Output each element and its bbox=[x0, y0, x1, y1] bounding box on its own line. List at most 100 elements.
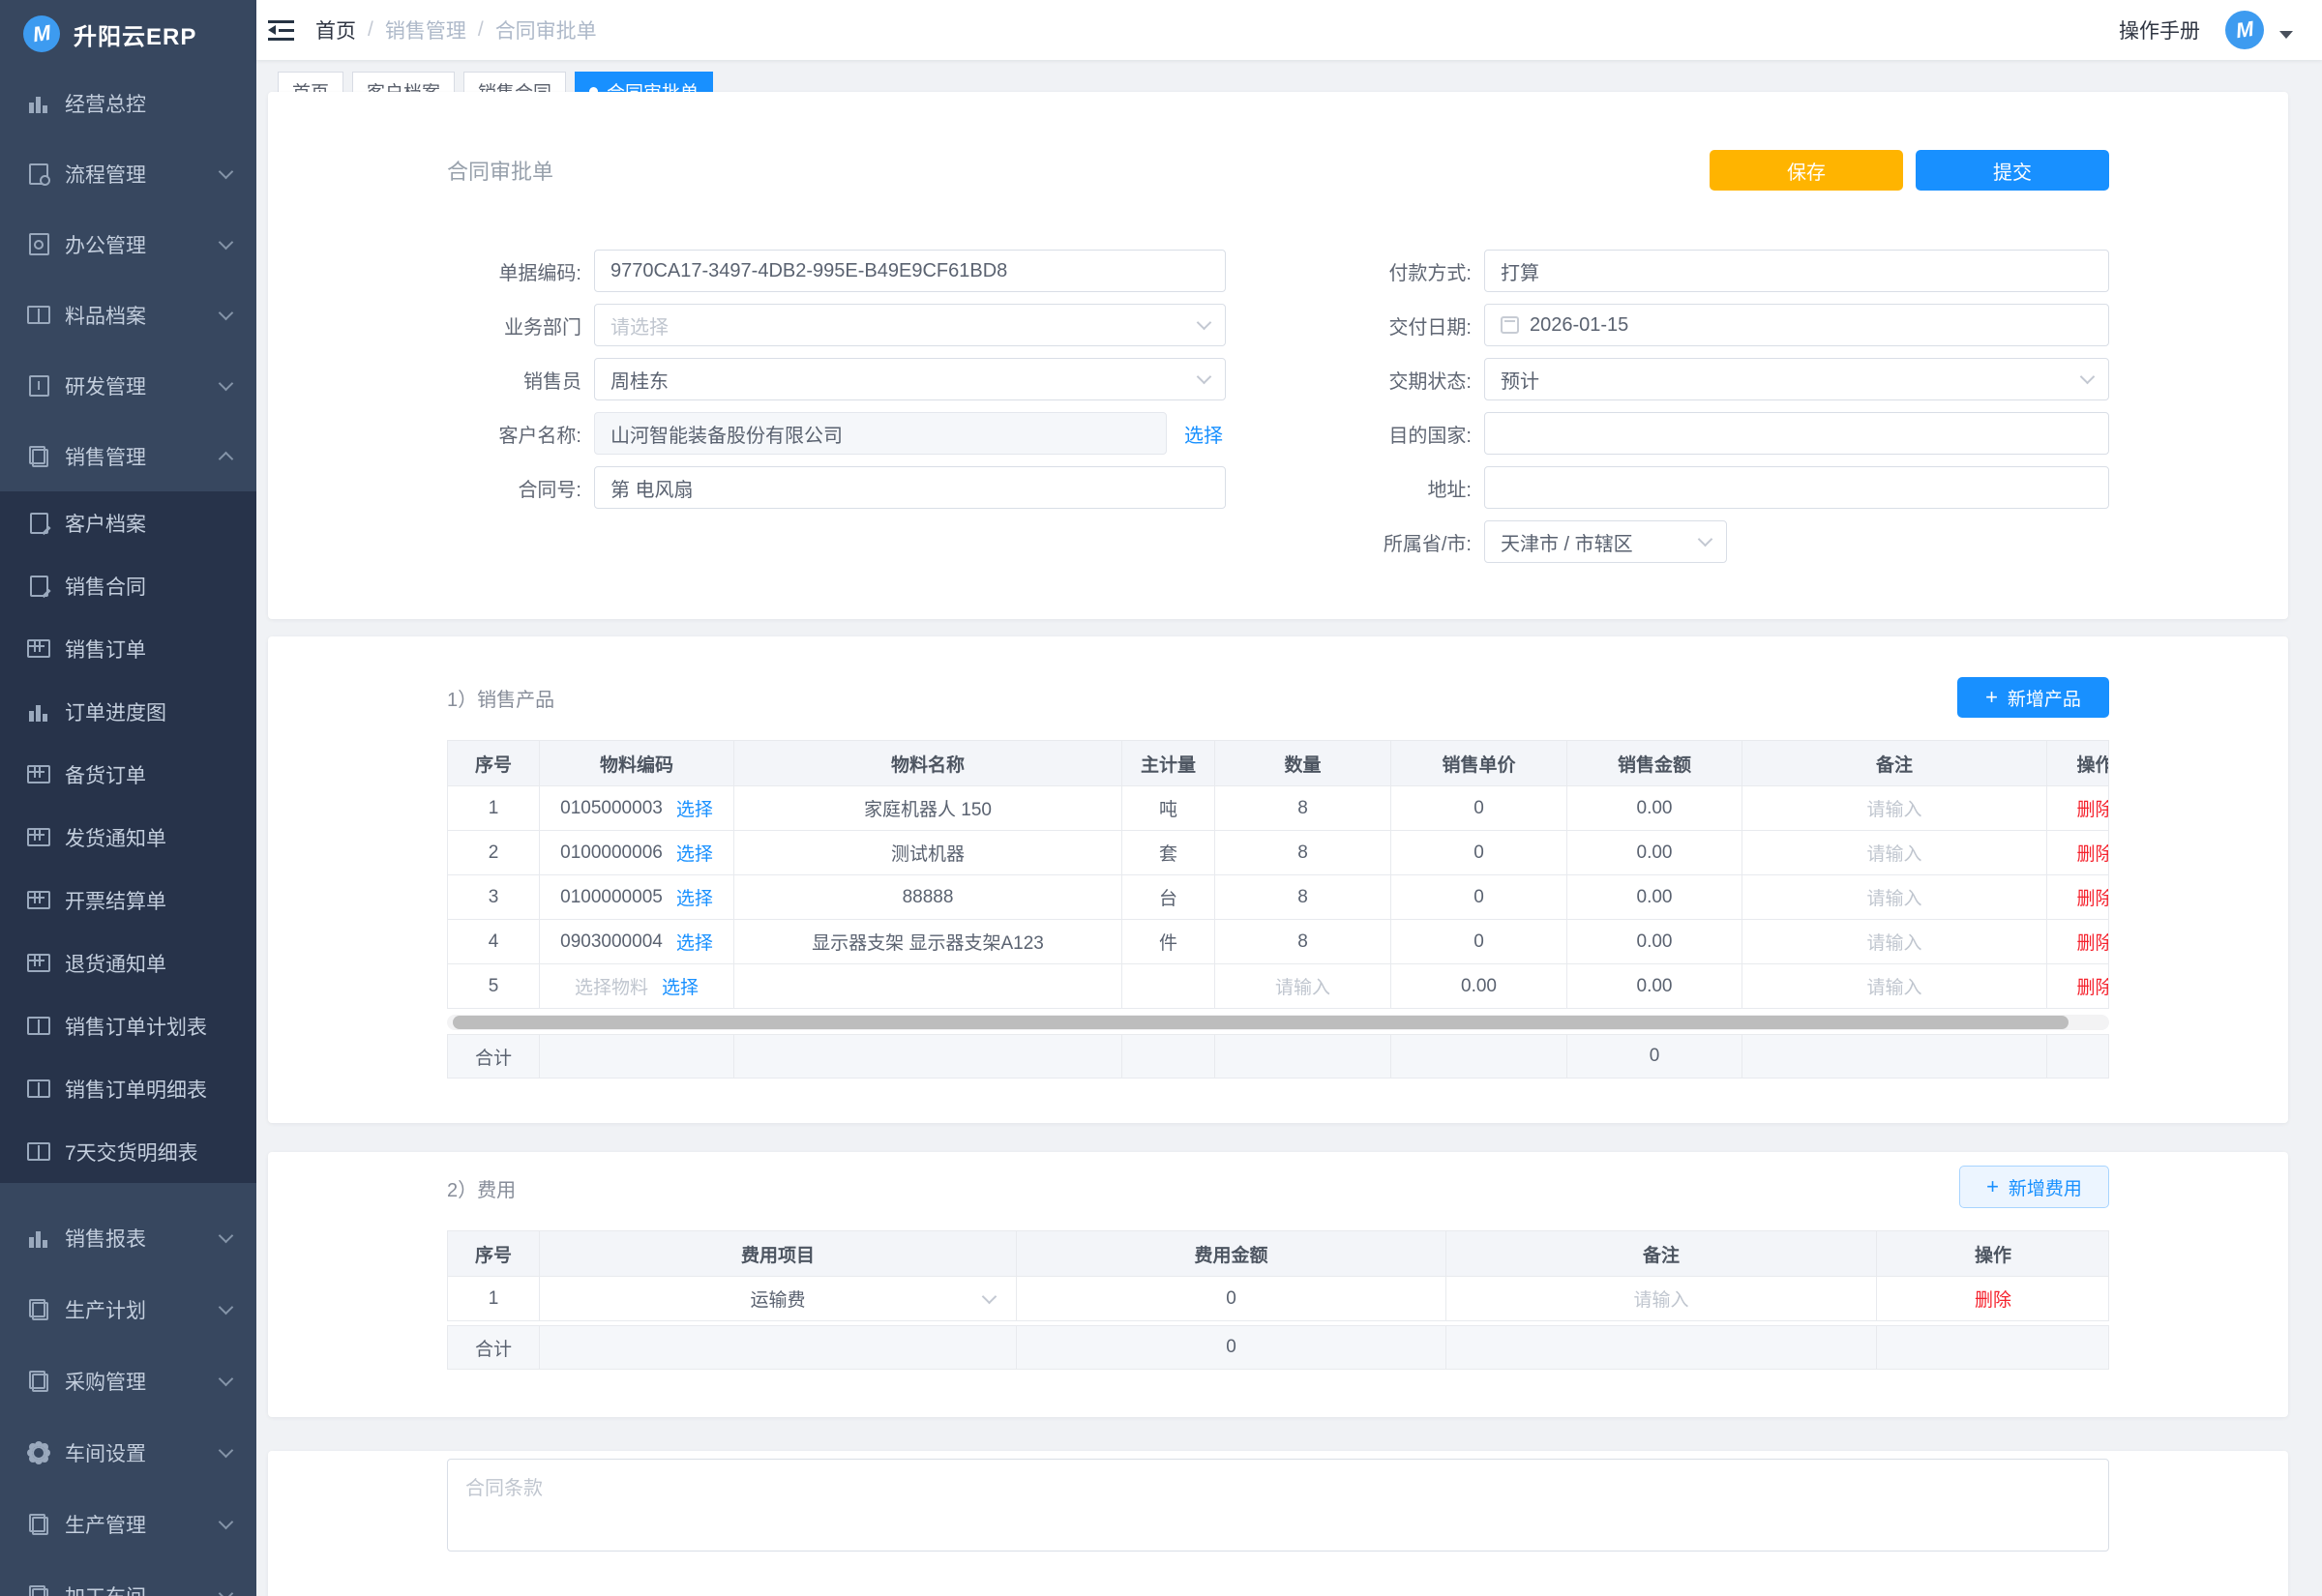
scrollbar-thumb[interactable] bbox=[453, 1016, 2069, 1029]
sidebar-item-sub-销售订单[interactable]: 销售订单 bbox=[0, 617, 256, 680]
address-field[interactable] bbox=[1484, 466, 2109, 509]
collapse-sidebar-icon[interactable] bbox=[268, 20, 294, 41]
sidebar-item-sub-退货通知单[interactable]: 退货通知单 bbox=[0, 931, 256, 994]
cell-value: 0.00 bbox=[1637, 842, 1673, 864]
submit-button[interactable]: 提交 bbox=[1916, 150, 2109, 191]
select-link[interactable]: 选择 bbox=[1184, 420, 1223, 448]
cell-value[interactable]: 0 bbox=[1474, 842, 1484, 864]
sidebar-item-sub-销售合同[interactable]: 销售合同 bbox=[0, 554, 256, 617]
delivery-date-field[interactable]: 2026-01-15 bbox=[1484, 304, 2109, 346]
column-header: 费用金额 bbox=[1017, 1231, 1446, 1276]
cell-placeholder[interactable]: 请输入 bbox=[1866, 973, 1921, 999]
book-icon bbox=[26, 1014, 51, 1039]
contract-no-field[interactable]: 第 电风扇 bbox=[594, 466, 1226, 509]
sidebar-item-top-流程管理[interactable]: 流程管理 bbox=[0, 138, 256, 209]
payment-method-field[interactable]: 打算 bbox=[1484, 250, 2109, 292]
delete-link[interactable]: 删除 bbox=[2076, 884, 2109, 910]
delete-link[interactable]: 删除 bbox=[2076, 929, 2109, 955]
sidebar-item-sub-开票结算单[interactable]: 开票结算单 bbox=[0, 869, 256, 931]
chart-bar-icon bbox=[26, 91, 51, 116]
cell-value[interactable]: 8 bbox=[1297, 842, 1308, 864]
cell-value[interactable]: 8 bbox=[1297, 887, 1308, 908]
cell-value[interactable]: 8 bbox=[1297, 931, 1308, 953]
sidebar-item-top-销售管理[interactable]: 销售管理 bbox=[0, 421, 256, 491]
cell-value: 家庭机器人 150 bbox=[864, 795, 992, 821]
caret-down-icon[interactable] bbox=[2279, 31, 2293, 39]
cell-placeholder[interactable]: 请输入 bbox=[1866, 929, 1921, 955]
breadcrumb-item[interactable]: 销售管理 bbox=[385, 15, 466, 44]
select-link[interactable]: 选择 bbox=[676, 795, 713, 821]
business-dept-select[interactable]: 请选择 bbox=[594, 304, 1226, 346]
sidebar-item-top-办公管理[interactable]: 办公管理 bbox=[0, 209, 256, 280]
table-cell: 0.00 bbox=[1567, 875, 1742, 919]
breadcrumb-item[interactable]: 首页 bbox=[315, 15, 356, 44]
add-product-button[interactable]: + 新增产品 bbox=[1957, 677, 2109, 718]
cell-placeholder[interactable]: 请输入 bbox=[1866, 840, 1921, 866]
cell-value[interactable]: 运输费 bbox=[750, 1286, 805, 1312]
destination-country-field[interactable] bbox=[1484, 412, 2109, 455]
sidebar-item-sub-订单进度图[interactable]: 订单进度图 bbox=[0, 680, 256, 743]
delete-link[interactable]: 删除 bbox=[2076, 795, 2109, 821]
add-fee-button[interactable]: + 新增费用 bbox=[1959, 1166, 2109, 1208]
salesperson-select[interactable]: 周桂东 bbox=[594, 358, 1226, 400]
field-label: 付款方式: bbox=[1337, 257, 1484, 285]
manual-link[interactable]: 操作手册 bbox=[2119, 15, 2200, 44]
sidebar-item-label: 销售订单 bbox=[65, 635, 231, 664]
field-label: 所属省/市: bbox=[1337, 528, 1484, 556]
sidebar-item-bottom-加工车间[interactable]: 加工车间 bbox=[0, 1560, 256, 1596]
cell-value[interactable]: 0 bbox=[1474, 931, 1484, 953]
cell-placeholder[interactable]: 请输入 bbox=[1633, 1286, 1688, 1312]
sidebar-item-top-经营总控[interactable]: 经营总控 bbox=[0, 68, 256, 138]
app-logo[interactable]: M 升阳云ERP bbox=[0, 0, 256, 68]
horizontal-scrollbar[interactable] bbox=[447, 1015, 2109, 1030]
form-row: 客户名称:山河智能装备股份有限公司选择 bbox=[447, 412, 1226, 455]
customer-name-field[interactable]: 山河智能装备股份有限公司 bbox=[594, 412, 1167, 455]
sidebar-item-top-研发管理[interactable]: 研发管理 bbox=[0, 350, 256, 421]
cell-value: 件 bbox=[1159, 929, 1177, 955]
select-link[interactable]: 选择 bbox=[676, 884, 713, 910]
sidebar-item-sub-发货通知单[interactable]: 发货通知单 bbox=[0, 806, 256, 869]
field-label: 合同号: bbox=[447, 474, 594, 502]
cell-value: 0105000003 bbox=[560, 798, 663, 819]
delivery-status-select[interactable]: 预计 bbox=[1484, 358, 2109, 400]
cell-value[interactable]: 0 bbox=[1226, 1288, 1236, 1310]
cell-value[interactable]: 0 bbox=[1474, 887, 1484, 908]
doc-code-field[interactable]: 9770CA17-3497-4DB2-995E-B49E9CF61BD8 bbox=[594, 250, 1226, 292]
sidebar-item-bottom-生产计划[interactable]: 生产计划 bbox=[0, 1274, 256, 1345]
contract-terms-textarea[interactable]: 合同条款 bbox=[447, 1459, 2109, 1552]
sidebar-item-bottom-采购管理[interactable]: 采购管理 bbox=[0, 1345, 256, 1417]
table-row: 40903000004选择显示器支架 显示器支架A123件800.00请输入删除 bbox=[448, 919, 2108, 963]
province-city-select[interactable]: 天津市 / 市辖区 bbox=[1484, 520, 1727, 563]
sidebar-item-bottom-生产管理[interactable]: 生产管理 bbox=[0, 1489, 256, 1560]
column-header: 主计量 bbox=[1122, 741, 1215, 785]
delete-link[interactable]: 删除 bbox=[2076, 840, 2109, 866]
cell-value[interactable]: 0 bbox=[1474, 798, 1484, 819]
field-label: 客户名称: bbox=[447, 420, 594, 448]
cell-value[interactable]: 8 bbox=[1297, 798, 1308, 819]
table-row: 20100000006选择测试机器套800.00请输入删除 bbox=[448, 830, 2108, 874]
sidebar-item-bottom-销售报表[interactable]: 销售报表 bbox=[0, 1202, 256, 1274]
sidebar-item-sub-销售订单计划表[interactable]: 销售订单计划表 bbox=[0, 994, 256, 1057]
select-link[interactable]: 选择 bbox=[676, 929, 713, 955]
sidebar-item-sub-备货订单[interactable]: 备货订单 bbox=[0, 743, 256, 806]
chevron-down-icon bbox=[982, 1288, 997, 1304]
field-label: 单据编码: bbox=[447, 257, 594, 285]
sidebar-item-sub-7天交货明细表[interactable]: 7天交货明细表 bbox=[0, 1120, 256, 1183]
sidebar-item-top-料品档案[interactable]: 料品档案 bbox=[0, 280, 256, 350]
delete-link[interactable]: 删除 bbox=[1975, 1286, 2011, 1312]
delete-link[interactable]: 删除 bbox=[2076, 973, 2109, 999]
sidebar-item-sub-客户档案[interactable]: 客户档案 bbox=[0, 491, 256, 554]
form-actions: 保存 提交 bbox=[1710, 150, 2109, 191]
cell-placeholder[interactable]: 请输入 bbox=[1866, 795, 1921, 821]
sidebar-item-bottom-车间设置[interactable]: 车间设置 bbox=[0, 1417, 256, 1489]
cell-placeholder[interactable]: 请输入 bbox=[1275, 973, 1330, 999]
select-link[interactable]: 选择 bbox=[662, 973, 699, 999]
table-cell: 0.00 bbox=[1567, 920, 1742, 963]
save-button[interactable]: 保存 bbox=[1710, 150, 1903, 191]
sidebar-item-label: 7天交货明细表 bbox=[65, 1138, 231, 1167]
cell-placeholder[interactable]: 请输入 bbox=[1866, 884, 1921, 910]
sidebar-item-sub-销售订单明细表[interactable]: 销售订单明细表 bbox=[0, 1057, 256, 1120]
select-link[interactable]: 选择 bbox=[676, 840, 713, 866]
avatar[interactable]: M bbox=[2225, 11, 2264, 49]
cell-value[interactable]: 0.00 bbox=[1461, 976, 1497, 997]
